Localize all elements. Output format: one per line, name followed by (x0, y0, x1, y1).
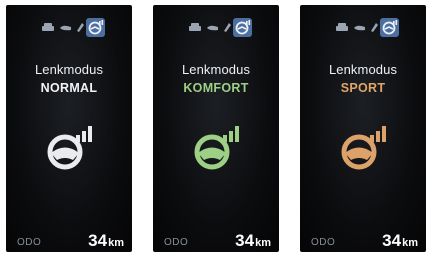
odometer-value: 34 (88, 231, 108, 250)
wrench-icon (224, 23, 231, 32)
mode-value: KOMFORT (183, 81, 249, 95)
steering-wheel-icon (380, 18, 399, 37)
odometer-value: 34 (382, 231, 402, 250)
title-label: Lenkmodus (328, 62, 398, 77)
odometer-unit: km (402, 237, 418, 249)
odometer-readout: 34km (382, 231, 418, 251)
status-bar (153, 18, 279, 38)
wrench-icon (371, 23, 378, 32)
odo-label: ODO (311, 237, 336, 248)
title-label: Lenkmodus (34, 62, 104, 77)
lamp-icon (207, 25, 218, 31)
steering-wheel-icon (233, 18, 252, 37)
wrench-icon (77, 23, 84, 32)
display-screen-komfort: Lenkmodus KOMFORT ODO 34km (153, 5, 279, 252)
odometer-readout: 34km (235, 231, 271, 251)
mode-value: NORMAL (40, 81, 98, 95)
steering-wheel-icon (86, 18, 105, 37)
odo-label: ODO (17, 237, 42, 248)
status-bar (300, 18, 426, 38)
lamp-icon (60, 25, 71, 31)
car-icon (336, 23, 348, 31)
display-screen-sport: Lenkmodus SPORT ODO 34km (300, 5, 426, 252)
car-icon (189, 23, 201, 31)
odo-label: ODO (164, 237, 189, 248)
odometer-unit: km (108, 237, 124, 249)
lamp-icon (354, 25, 365, 31)
steering-mode-icon (194, 126, 239, 170)
display-screen-normal: Lenkmodus NORMAL ODO 34km (6, 5, 132, 252)
odometer-value: 34 (235, 231, 255, 250)
mode-value: SPORT (340, 81, 386, 95)
steering-mode-icon (341, 126, 386, 170)
steering-mode-icon (47, 126, 92, 170)
odometer-unit: km (255, 237, 271, 249)
status-bar (6, 18, 132, 38)
car-icon (42, 23, 54, 31)
title-label: Lenkmodus (181, 62, 251, 77)
odometer-readout: 34km (88, 231, 124, 251)
